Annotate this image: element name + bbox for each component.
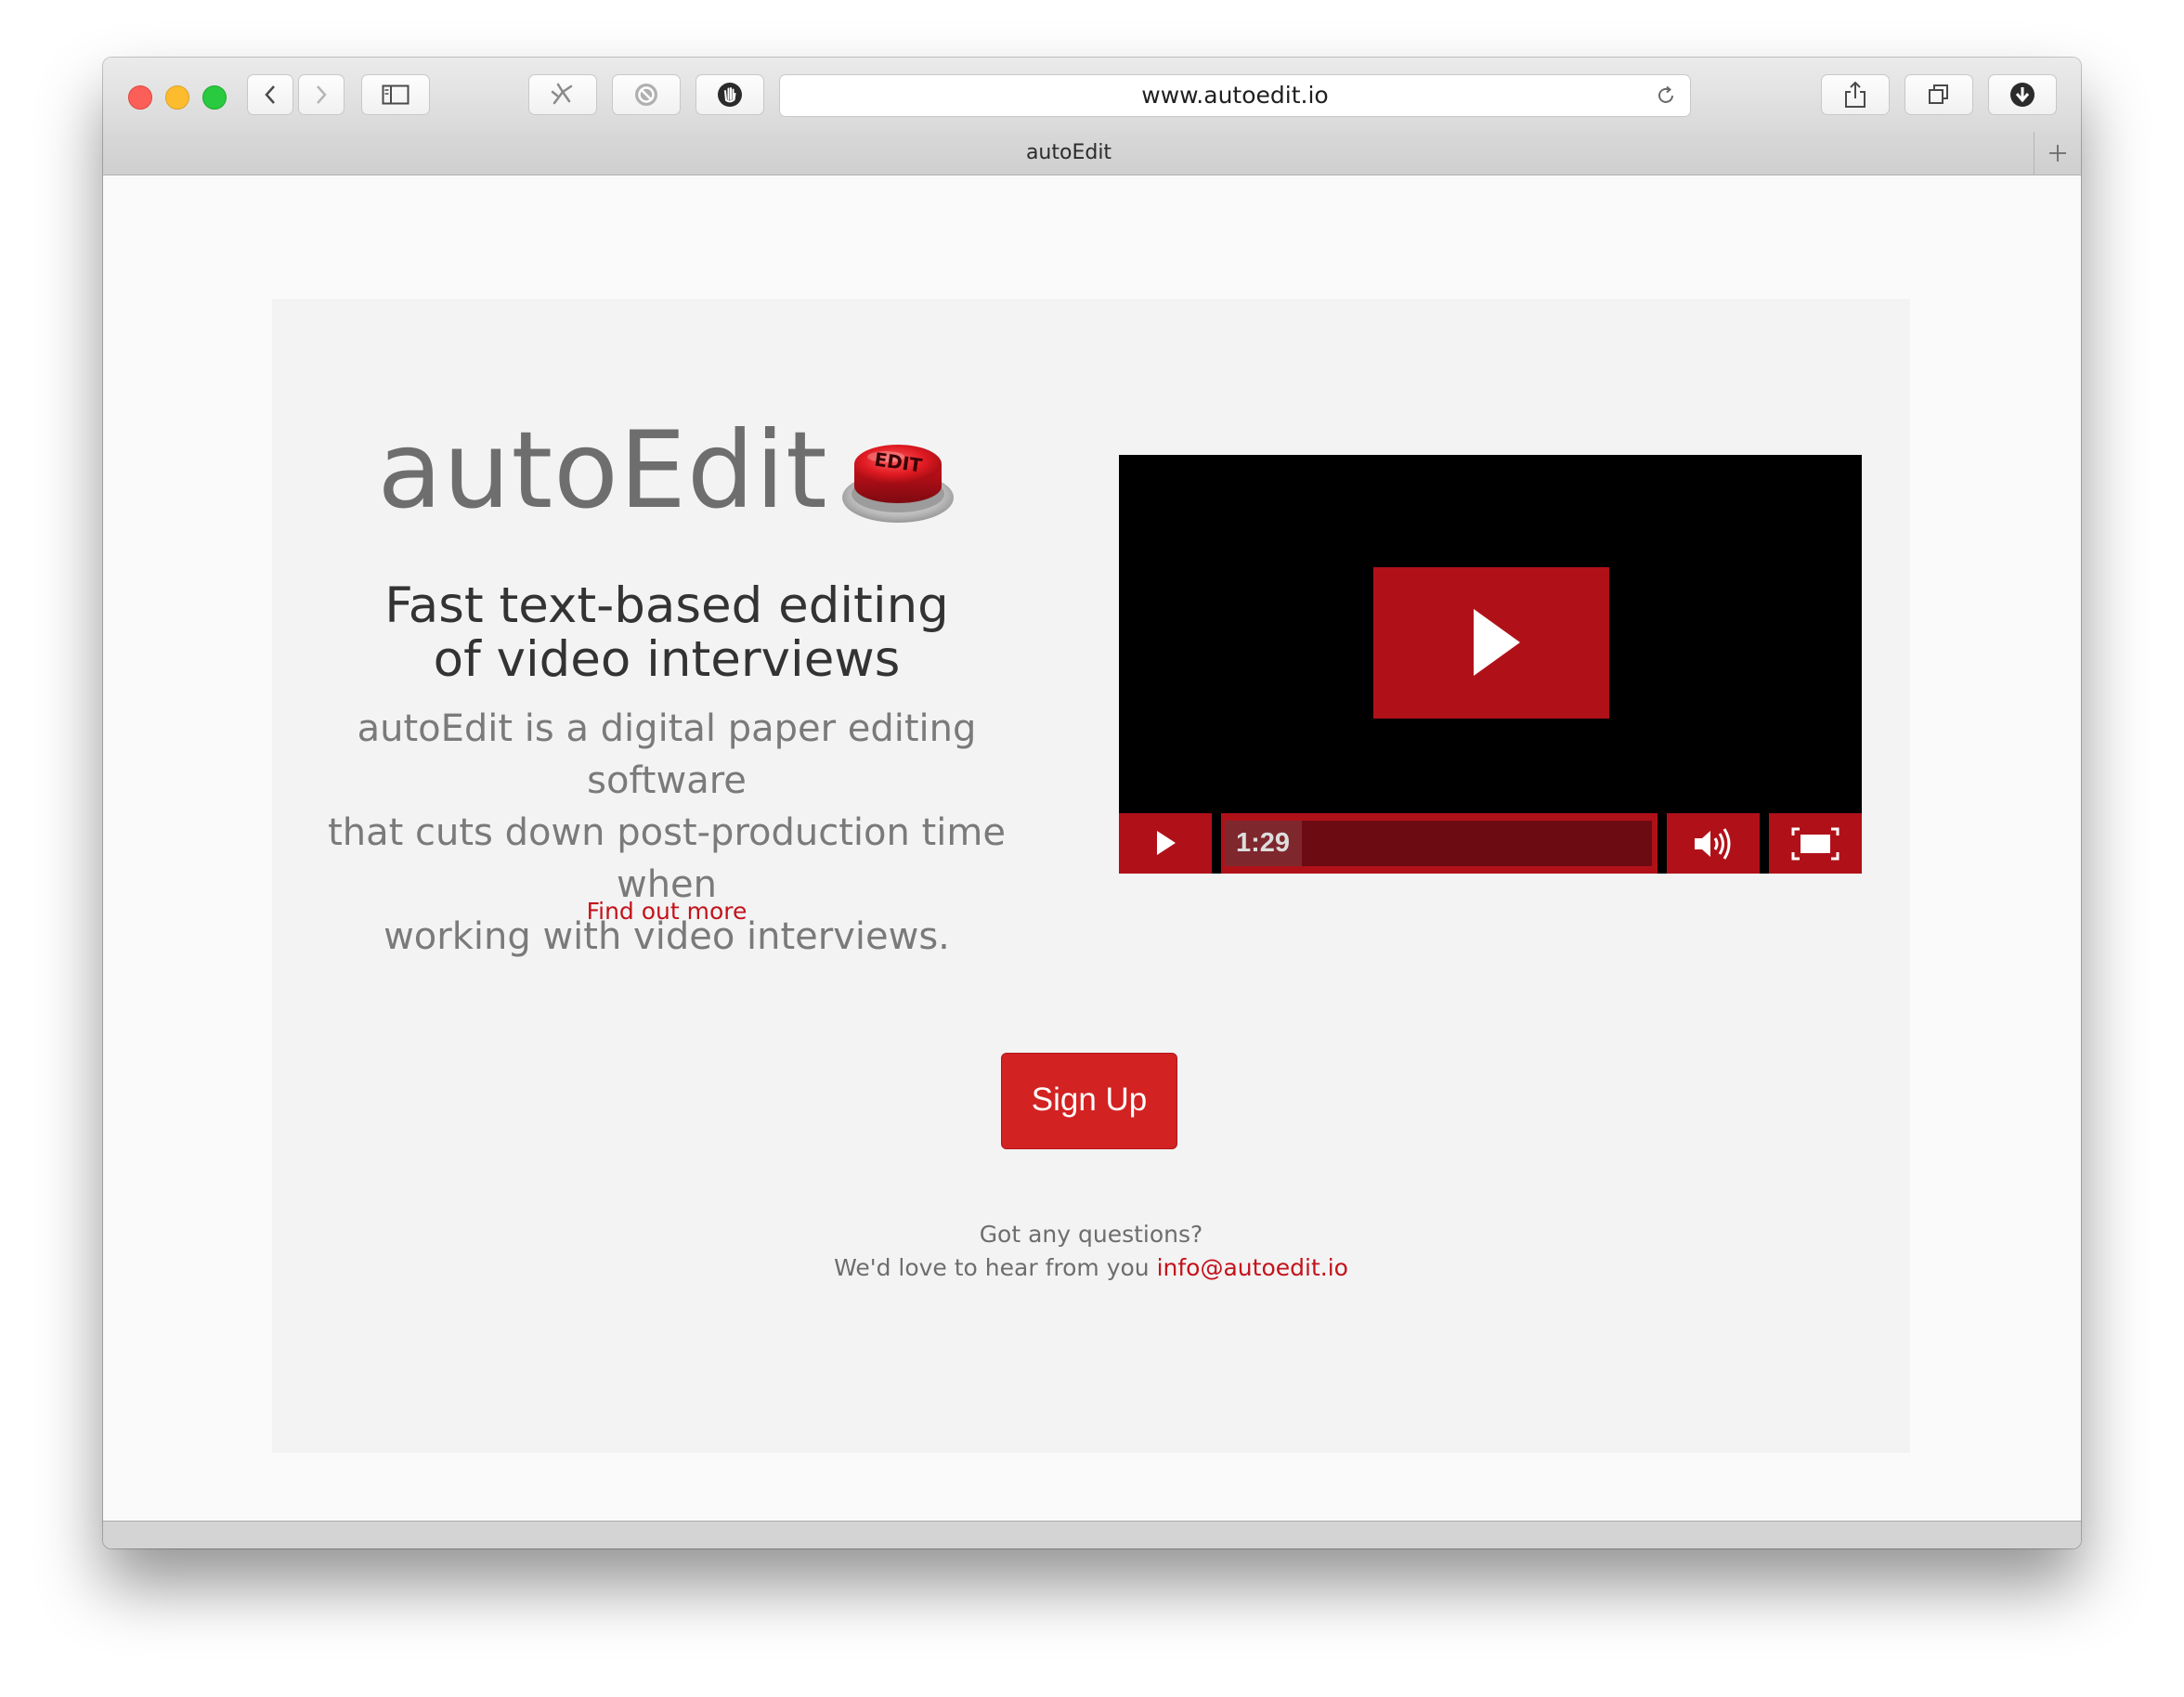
volume-icon: [1695, 827, 1731, 860]
new-tab-icon: [2049, 145, 2066, 162]
sidebar-button[interactable]: [361, 74, 430, 115]
description-line: autoEdit is a digital paper editing soft…: [357, 707, 977, 802]
tabs-overview-button[interactable]: [1904, 74, 1973, 115]
back-button[interactable]: [247, 74, 293, 115]
sign-up-button[interactable]: Sign Up: [1001, 1053, 1177, 1149]
share-icon: [1845, 81, 1866, 108]
tab-bar: autoEdit: [103, 132, 2081, 175]
logo: autoEdit EDIT: [272, 415, 1061, 526]
find-out-more-link[interactable]: Find out more: [272, 898, 1061, 925]
video-duration: 1:29: [1236, 828, 1291, 858]
volume-button[interactable]: [1667, 813, 1760, 874]
zoom-window-button[interactable]: [202, 85, 227, 110]
block-icon: [635, 84, 657, 106]
edit-button-logo-icon: EDIT: [841, 445, 954, 523]
progress-bar[interactable]: 1:29: [1221, 813, 1658, 874]
extension-button[interactable]: [528, 74, 597, 115]
privacy-button[interactable]: [696, 74, 764, 115]
forward-button[interactable]: [298, 74, 344, 115]
share-button[interactable]: [1821, 74, 1890, 115]
download-icon: [2010, 83, 2034, 107]
browser-window: www.autoedit.io autoEdit autoEdit EDIT F…: [103, 58, 2081, 1548]
new-tab-button[interactable]: [2034, 132, 2081, 175]
contact-prompt: We'd love to hear from you: [834, 1254, 1150, 1281]
minimize-window-button[interactable]: [165, 85, 189, 110]
forward-icon: [317, 85, 327, 104]
address-bar[interactable]: www.autoedit.io: [779, 74, 1691, 117]
big-play-button[interactable]: [1373, 567, 1609, 719]
headline-line: Fast text-based editing: [384, 577, 949, 634]
browser-toolbar: www.autoedit.io: [103, 58, 2081, 133]
contact-question: Got any questions?: [979, 1221, 1203, 1248]
hand-icon: [718, 83, 742, 107]
page-viewport: autoEdit EDIT Fast text-based editing of…: [103, 175, 2081, 1522]
video-player[interactable]: 1:29: [1119, 455, 1862, 874]
fullscreen-icon: [1791, 827, 1840, 860]
status-bar: [103, 1521, 2081, 1548]
headline-line: of video interviews: [433, 631, 901, 688]
reload-icon[interactable]: [1655, 84, 1677, 107]
content-blocker-button[interactable]: [612, 74, 681, 115]
tab-title[interactable]: autoEdit: [103, 132, 2034, 175]
video-controls: 1:29: [1119, 813, 1862, 874]
extension-icon: [551, 83, 573, 105]
close-window-button[interactable]: [128, 85, 152, 110]
url-text: www.autoedit.io: [1141, 82, 1329, 109]
contact-email-link[interactable]: info@autoedit.io: [1157, 1254, 1348, 1281]
tabs-icon: [1929, 84, 1948, 104]
play-icon: [1474, 609, 1520, 676]
contact-line: We'd love to hear from you info@autoedit…: [272, 1251, 1910, 1285]
hero-section: autoEdit EDIT Fast text-based editing of…: [272, 299, 1910, 1453]
description-line: that cuts down post-production time when: [328, 811, 1006, 906]
sidebar-icon: [382, 84, 410, 105]
logo-text: autoEdit: [377, 408, 828, 532]
headline: Fast text-based editing of video intervi…: [272, 579, 1061, 687]
back-icon: [265, 85, 275, 104]
fullscreen-button[interactable]: [1769, 813, 1862, 874]
contact-section: Got any questions? We'd love to hear fro…: [272, 1218, 1910, 1285]
control-play-button[interactable]: [1119, 813, 1212, 874]
play-icon: [1157, 831, 1176, 855]
downloads-button[interactable]: [1988, 74, 2057, 115]
